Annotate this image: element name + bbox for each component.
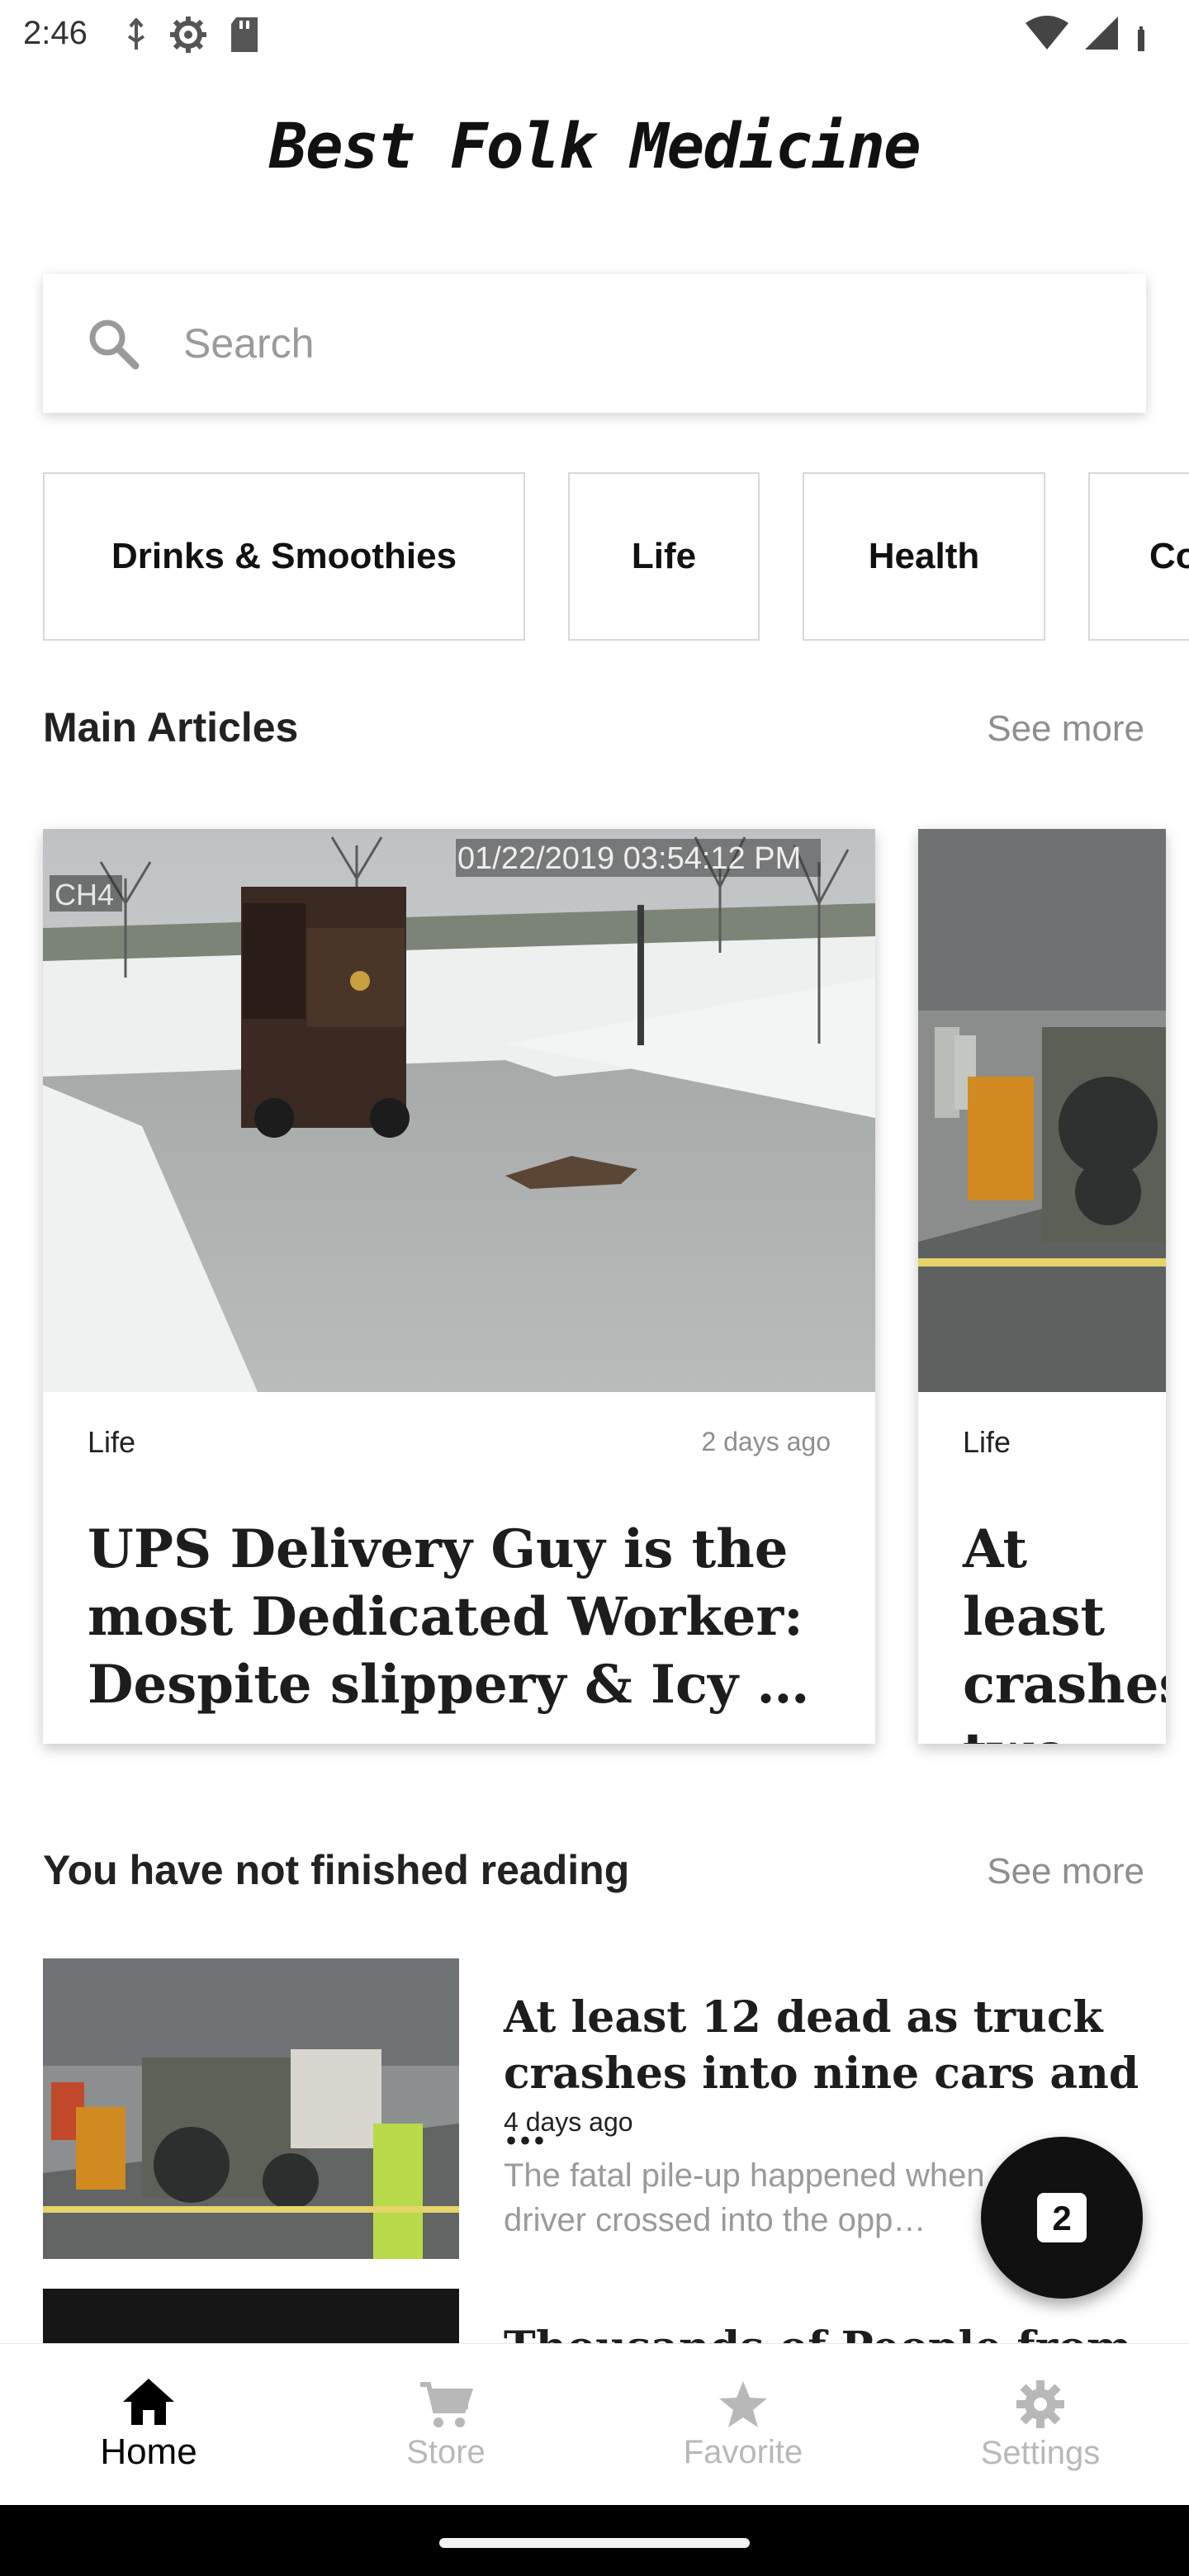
nav-favorite[interactable]: Favorite bbox=[594, 2344, 892, 2506]
truck-crash-thumbnail bbox=[43, 1958, 459, 2259]
category-chip-life[interactable]: Life bbox=[568, 472, 760, 641]
article-card-image bbox=[918, 829, 1166, 1392]
nav-store-label: Store bbox=[406, 2433, 486, 2470]
nav-home-label: Home bbox=[100, 2432, 197, 2472]
image-timestamp-label: 01/22/2019 03:54:12 PM bbox=[457, 841, 801, 876]
list-item-title: Thousands of People from bbox=[504, 2320, 1146, 2343]
category-chip-health[interactable]: Health bbox=[803, 472, 1045, 641]
article-card[interactable]: CH4 01/22/2019 03:54:12 PM Life 2 days a… bbox=[43, 829, 875, 1744]
article-card[interactable]: Life At least crashes two mi bbox=[918, 829, 1166, 1744]
sd-card-icon bbox=[231, 17, 258, 52]
category-chip-drinks-smoothies[interactable]: Drinks & Smoothies bbox=[43, 472, 525, 641]
svg-text:2: 2 bbox=[1052, 2199, 1071, 2237]
article-card-title: At least crashes two mi bbox=[963, 1518, 1166, 1744]
list-item-thumbnail bbox=[43, 2289, 459, 2343]
category-row: Drinks & Smoothies Life Health Co bbox=[43, 472, 1189, 644]
ups-truck-image: CH4 01/22/2019 03:54:12 PM bbox=[43, 829, 875, 1392]
nav-favorite-label: Favorite bbox=[683, 2433, 803, 2470]
truck-crash-image bbox=[918, 829, 1166, 1392]
battery-icon bbox=[1138, 26, 1144, 51]
status-icons-left bbox=[124, 15, 261, 54]
list-item-time: 4 days ago bbox=[504, 2107, 633, 2137]
tabs-count-fab[interactable]: 2 bbox=[981, 2137, 1143, 2299]
main-articles-heading: Main Articles bbox=[43, 704, 299, 751]
unfinished-see-more[interactable]: See more bbox=[987, 1851, 1144, 1892]
signal-icon bbox=[1085, 17, 1118, 50]
usb-debug-icon bbox=[127, 18, 145, 50]
app-title: Best Folk Medicine bbox=[269, 109, 921, 182]
nav-store[interactable]: Store bbox=[297, 2344, 594, 2506]
search-input[interactable] bbox=[182, 319, 1093, 368]
settings-status-icon bbox=[170, 17, 206, 53]
unfinished-heading: You have not finished reading bbox=[43, 1847, 630, 1893]
nav-settings-label: Settings bbox=[980, 2434, 1101, 2471]
search-icon bbox=[89, 320, 140, 370]
tab-count-icon: 2 bbox=[1037, 2193, 1087, 2242]
list-item-thumbnail bbox=[43, 1958, 459, 2259]
article-card-category: Life bbox=[963, 1425, 1011, 1459]
home-indicator[interactable] bbox=[439, 2538, 750, 2548]
cart-icon bbox=[420, 2381, 473, 2427]
main-articles-see-more[interactable]: See more bbox=[987, 708, 1144, 750]
bottom-nav: Home Store Favorite Settings bbox=[0, 2343, 1189, 2506]
article-card-image: CH4 01/22/2019 03:54:12 PM bbox=[43, 829, 875, 1392]
wifi-icon bbox=[1026, 16, 1068, 50]
image-channel-label: CH4 bbox=[54, 878, 114, 912]
status-bar: 2:46 bbox=[0, 0, 1189, 69]
home-icon bbox=[123, 2379, 174, 2425]
status-time: 2:46 bbox=[23, 15, 88, 51]
article-card-title: UPS Delivery Guy is the most Dedicated W… bbox=[88, 1518, 810, 1716]
nav-home[interactable]: Home bbox=[0, 2344, 297, 2506]
list-item[interactable]: Thousands of People from bbox=[43, 2289, 1146, 2343]
article-card-category: Life bbox=[88, 1425, 136, 1459]
status-icons-right bbox=[1024, 15, 1149, 51]
article-card-time: 2 days ago bbox=[701, 1427, 831, 1456]
nav-settings[interactable]: Settings bbox=[892, 2344, 1189, 2506]
search-bar[interactable] bbox=[43, 274, 1146, 413]
gear-icon bbox=[1016, 2379, 1064, 2428]
star-icon bbox=[719, 2380, 767, 2427]
category-chip-partial[interactable]: Co bbox=[1088, 472, 1189, 641]
